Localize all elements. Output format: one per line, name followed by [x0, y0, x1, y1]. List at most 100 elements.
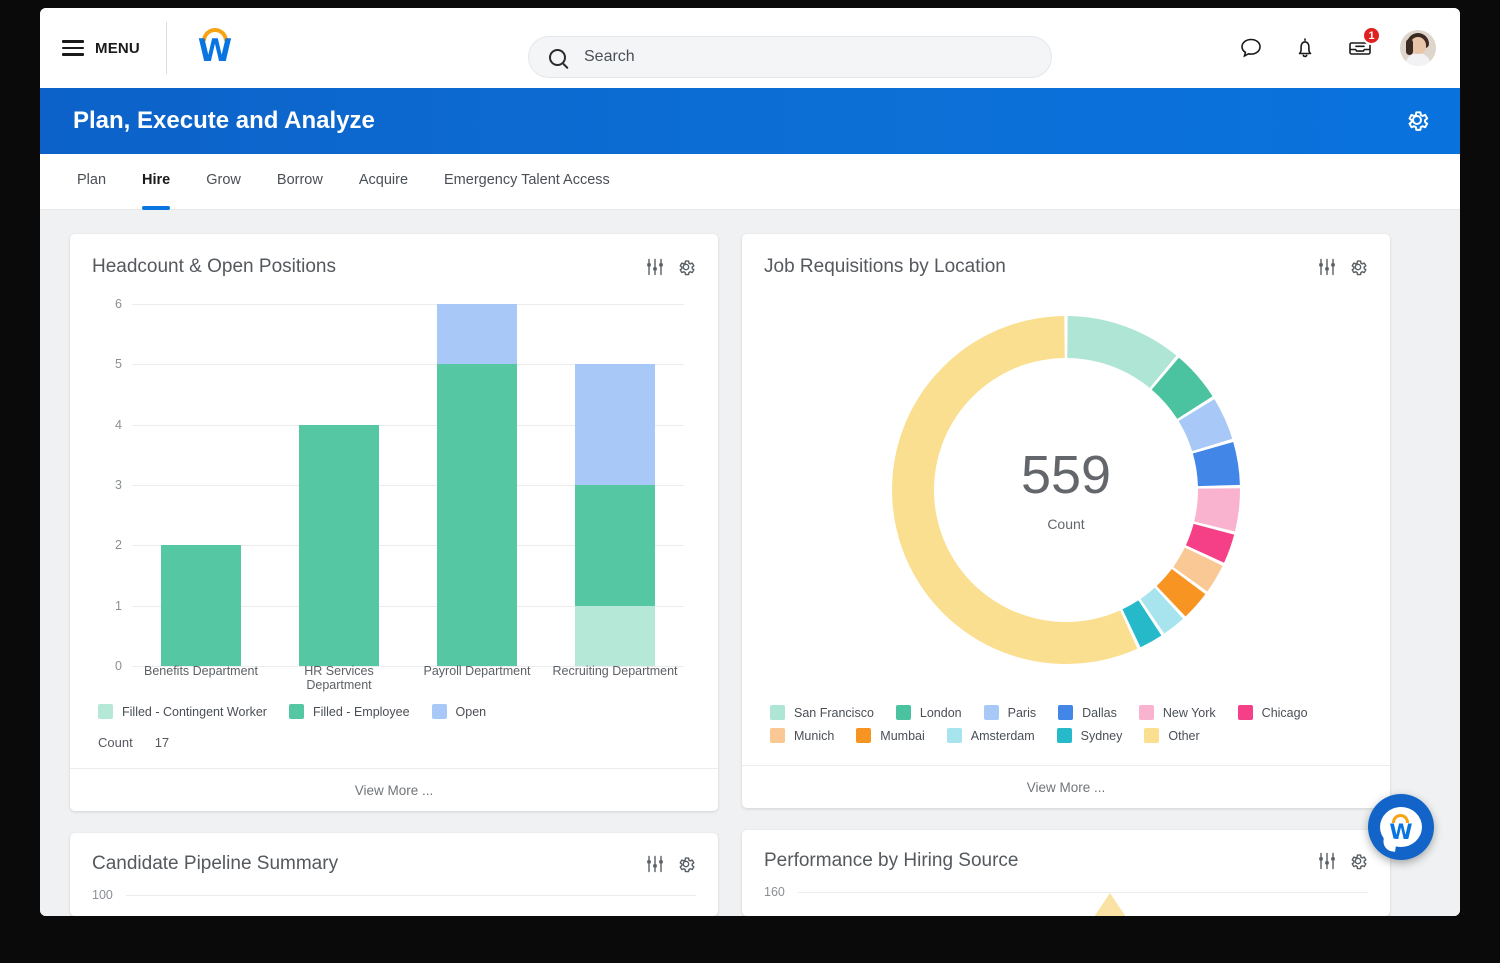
- bar-group-hr-services[interactable]: [270, 304, 408, 666]
- legend-swatch: [770, 728, 785, 743]
- bar-chart-legend: Filled - Contingent Worker Filled - Empl…: [70, 696, 718, 719]
- legend-label: Amsterdam: [971, 729, 1035, 743]
- card-headcount-open-positions: Headcount & Open Positions: [70, 234, 718, 811]
- gear-icon[interactable]: [1348, 851, 1368, 871]
- bar-segment-open[interactable]: [437, 304, 517, 364]
- header-gear-icon[interactable]: [1404, 107, 1430, 133]
- avatar[interactable]: [1400, 30, 1436, 66]
- card-performance-by-hiring-source: Performance by Hiring Source: [742, 830, 1390, 916]
- bar-series: [132, 304, 684, 666]
- y-tick: 1: [115, 599, 122, 613]
- gear-icon[interactable]: [676, 854, 696, 874]
- donut-segment-san-francisco[interactable]: [1067, 316, 1176, 388]
- y-tick: 0: [115, 659, 122, 673]
- bar-segment-filled-employee[interactable]: [575, 485, 655, 606]
- x-label: HR Services Department: [270, 664, 408, 692]
- legend-item-mumbai[interactable]: Mumbai: [856, 728, 924, 743]
- legend-item-san-francisco[interactable]: San Francisco: [770, 705, 874, 720]
- tab-acquire[interactable]: Acquire: [341, 154, 426, 206]
- view-more-link[interactable]: View More ...: [742, 765, 1390, 808]
- tab-borrow[interactable]: Borrow: [259, 154, 341, 206]
- card-actions: [645, 854, 696, 874]
- legend-swatch: [1058, 705, 1073, 720]
- tab-emergency-talent-access[interactable]: Emergency Talent Access: [426, 154, 628, 206]
- donut-chart-legend: San Francisco London Paris Dallas New York Ch…: [742, 697, 1390, 743]
- legend-label: Mumbai: [880, 729, 924, 743]
- search-input[interactable]: Search: [528, 36, 1052, 78]
- card-title: Performance by Hiring Source: [764, 850, 1019, 872]
- legend-label: Filled - Contingent Worker: [122, 705, 267, 719]
- bar-segment-filled-employee[interactable]: [437, 364, 517, 666]
- legend-label: Chicago: [1262, 706, 1308, 720]
- x-axis-labels: Benefits Department HR Services Departme…: [132, 664, 684, 692]
- legend-swatch: [432, 704, 447, 719]
- bar-segment-filled-contingent-worker[interactable]: [575, 606, 655, 666]
- legend-label: Filled - Employee: [313, 705, 410, 719]
- card-title: Candidate Pipeline Summary: [92, 853, 338, 875]
- card-header: Performance by Hiring Source: [742, 830, 1390, 876]
- right-column: Job Requisitions by Location: [742, 234, 1390, 916]
- y-tick: 2: [115, 538, 122, 552]
- tab-plan[interactable]: Plan: [73, 154, 124, 206]
- filter-sliders-icon[interactable]: [1317, 851, 1337, 871]
- y-tick: 4: [115, 418, 122, 432]
- bar-segment-open[interactable]: [575, 364, 655, 485]
- card-actions: [1317, 851, 1368, 871]
- legend-swatch: [947, 728, 962, 743]
- legend-label: Other: [1168, 729, 1199, 743]
- legend-item-munich[interactable]: Munich: [770, 728, 834, 743]
- legend-swatch: [856, 728, 871, 743]
- legend-item-paris[interactable]: Paris: [984, 705, 1036, 720]
- legend-item-sydney[interactable]: Sydney: [1057, 728, 1123, 743]
- count-value: 17: [155, 735, 169, 750]
- chat-icon[interactable]: [1238, 35, 1264, 61]
- filter-sliders-icon[interactable]: [1317, 257, 1337, 277]
- menu-button[interactable]: MENU: [40, 8, 166, 88]
- donut-segment-other[interactable]: [892, 316, 1137, 664]
- tab-hire[interactable]: Hire: [124, 154, 188, 206]
- gear-icon[interactable]: [676, 257, 696, 277]
- legend-item-dallas[interactable]: Dallas: [1058, 705, 1117, 720]
- card-actions: [1317, 257, 1368, 277]
- x-label: Recruiting Department: [546, 664, 684, 692]
- filter-sliders-icon[interactable]: [645, 257, 665, 277]
- filter-sliders-icon[interactable]: [645, 854, 665, 874]
- bar-group-payroll[interactable]: [408, 304, 546, 666]
- bar-group-benefits[interactable]: [132, 304, 270, 666]
- gridline: [126, 895, 696, 896]
- logo-letter: W: [1389, 822, 1412, 843]
- legend-item-filled-employee[interactable]: Filled - Employee: [289, 704, 410, 719]
- tab-grow[interactable]: Grow: [188, 154, 259, 206]
- legend-item-amsterdam[interactable]: Amsterdam: [947, 728, 1035, 743]
- card-actions: [645, 257, 696, 277]
- legend-label: Dallas: [1082, 706, 1117, 720]
- workday-assistant-button[interactable]: W: [1368, 794, 1434, 860]
- app-window: MENU W Search: [40, 8, 1460, 916]
- legend-label: New York: [1163, 706, 1216, 720]
- donut-chart: 559 Count: [742, 282, 1390, 697]
- card-header: Headcount & Open Positions: [70, 234, 718, 282]
- legend-item-chicago[interactable]: Chicago: [1238, 705, 1308, 720]
- bar-segment-filled-employee[interactable]: [161, 545, 241, 666]
- legend-item-london[interactable]: London: [896, 705, 962, 720]
- view-more-link[interactable]: View More ...: [70, 768, 718, 811]
- bar-group-recruiting[interactable]: [546, 304, 684, 666]
- legend-swatch: [1057, 728, 1072, 743]
- legend-item-new-york[interactable]: New York: [1139, 705, 1216, 720]
- workday-logo[interactable]: W: [167, 8, 263, 88]
- legend-swatch: [896, 705, 911, 720]
- donut-svg[interactable]: [886, 310, 1246, 670]
- bell-icon[interactable]: [1292, 35, 1318, 61]
- bar-segment-filled-employee[interactable]: [299, 425, 379, 666]
- inbox-icon[interactable]: 1: [1346, 35, 1372, 61]
- x-label: Benefits Department: [132, 664, 270, 692]
- gear-icon[interactable]: [1348, 257, 1368, 277]
- bar-chart-plot: 6 5 4 3 2 1 0: [132, 304, 684, 666]
- legend-item-filled-contingent-worker[interactable]: Filled - Contingent Worker: [98, 704, 267, 719]
- legend-label: London: [920, 706, 962, 720]
- search-placeholder: Search: [584, 48, 635, 66]
- donut-segment-new-york[interactable]: [1194, 488, 1240, 531]
- assistant-bubble-icon: W: [1380, 807, 1422, 847]
- legend-item-open[interactable]: Open: [432, 704, 487, 719]
- legend-item-other[interactable]: Other: [1144, 728, 1199, 743]
